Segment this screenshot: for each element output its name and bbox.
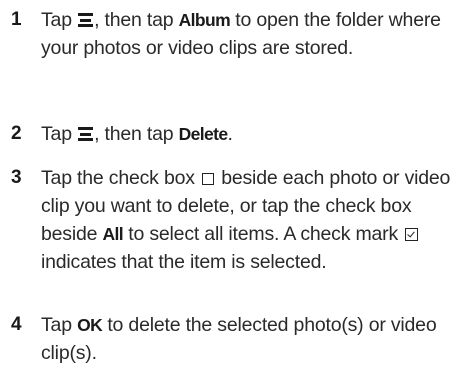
ok-keyword: OK xyxy=(77,315,103,335)
step-number: 3 xyxy=(11,167,22,188)
step-number: 1 xyxy=(11,9,22,30)
step-text: Tap , then tap Delete. xyxy=(41,123,233,145)
delete-keyword: Delete xyxy=(178,124,229,144)
album-keyword: Album xyxy=(178,10,231,30)
checkbox-checked-icon xyxy=(405,228,419,241)
step-text: Tap , then tap Album to open the folder … xyxy=(41,9,441,59)
menu-icon xyxy=(78,127,94,141)
menu-icon xyxy=(78,13,94,27)
step-number: 4 xyxy=(11,314,22,335)
step-number: 2 xyxy=(11,123,22,144)
step-text: Tap OK to delete the selected photo(s) o… xyxy=(41,314,437,364)
all-keyword: All xyxy=(102,224,124,244)
step-text: Tap the check box beside each photo or v… xyxy=(41,167,451,273)
checkbox-empty-icon xyxy=(202,173,214,185)
